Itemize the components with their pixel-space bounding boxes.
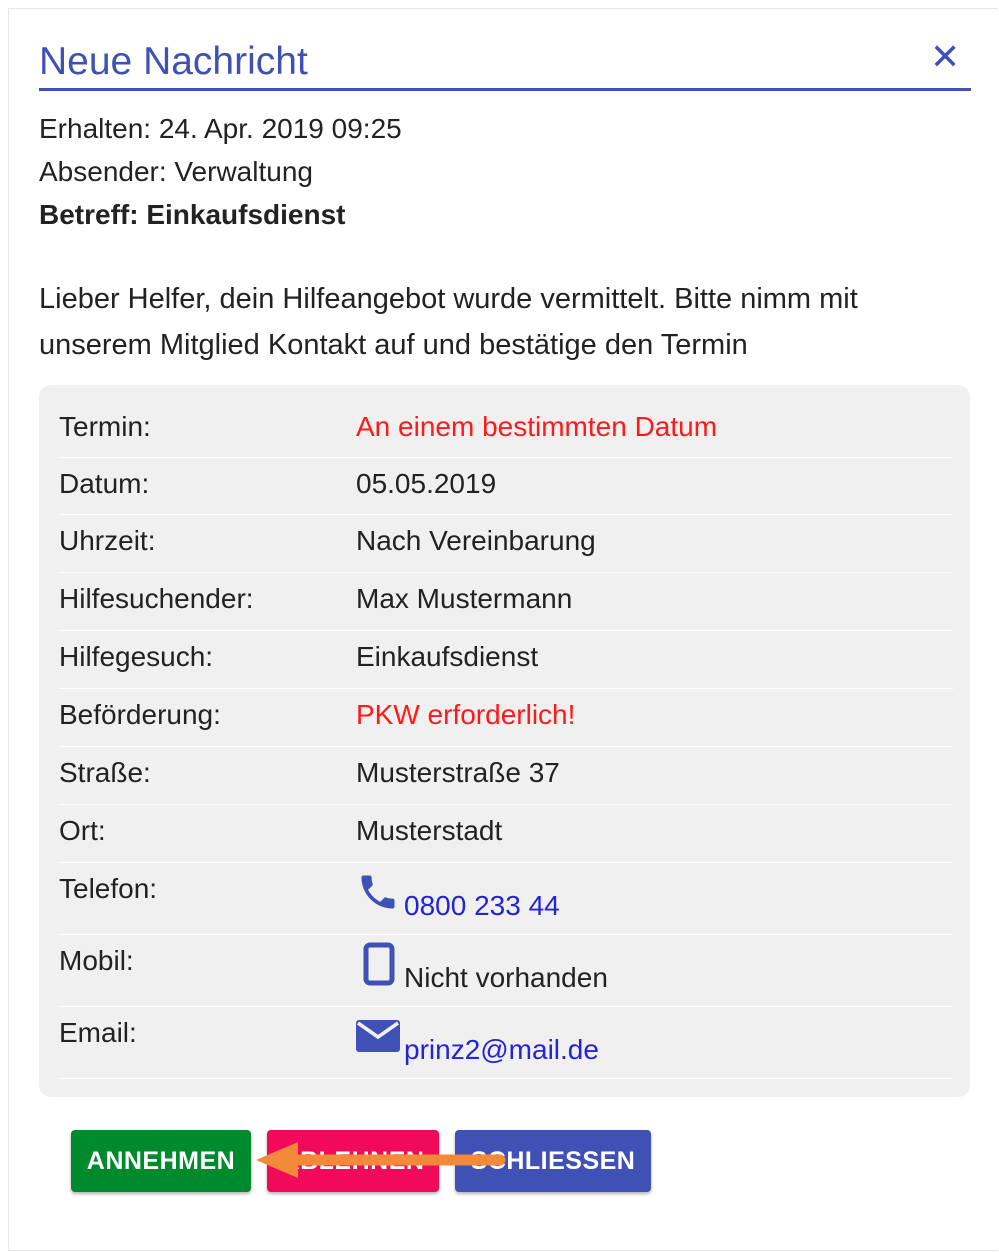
detail-value: PKW erforderlich!: [356, 699, 576, 730]
detail-row-hilfegesuch: Hilfegesuch: Einkaufsdienst: [59, 630, 953, 689]
detail-label: Datum:: [59, 468, 150, 499]
close-icon[interactable]: ✕: [930, 37, 960, 77]
sender: Absender: Verwaltung: [39, 156, 313, 187]
envelope-icon: [356, 1020, 400, 1057]
detail-label: Hilfesuchender:: [59, 583, 254, 614]
detail-label: Email:: [59, 1017, 137, 1048]
accept-button[interactable]: ANNEHMEN: [71, 1130, 251, 1192]
mobile-icon: [363, 942, 395, 991]
detail-row-ort: Ort: Musterstadt: [59, 804, 953, 863]
subject: Betreff: Einkaufsdienst: [39, 199, 346, 230]
received-date: Erhalten: 24. Apr. 2019 09:25: [39, 113, 402, 144]
detail-value: An einem bestimmten Datum: [356, 411, 718, 442]
detail-value: 05.05.2019: [356, 468, 497, 499]
phone-icon: [356, 870, 400, 919]
detail-row-termin: Termin: An einem bestimmten Datum: [59, 403, 953, 458]
detail-label: Beförderung:: [59, 699, 221, 730]
detail-value: Max Mustermann: [356, 583, 573, 614]
message-body: Lieber Helfer, dein Hilfeangebot wurde v…: [39, 283, 858, 361]
detail-value: Nicht vorhanden: [404, 962, 608, 993]
detail-value: Musterstadt: [356, 815, 503, 846]
dialog-title: Neue Nachricht: [39, 40, 308, 83]
phone-link[interactable]: 0800 233 44: [404, 890, 560, 922]
detail-label: Termin:: [59, 411, 151, 442]
detail-value: Musterstraße 37: [356, 757, 560, 788]
detail-label: Telefon:: [59, 873, 158, 904]
detail-label: Straße:: [59, 757, 151, 788]
detail-row-befoerderung: Beförderung: PKW erforderlich!: [59, 688, 953, 747]
close-button[interactable]: SCHLIESSEN: [455, 1130, 651, 1192]
detail-label: Uhrzeit:: [59, 525, 156, 556]
detail-row-telefon: Telefon: 0800 233 44: [59, 862, 953, 935]
detail-value: Nach Vereinbarung: [356, 525, 596, 556]
detail-value: Einkaufsdienst: [356, 641, 539, 672]
title-underline: [39, 88, 971, 91]
detail-row-hilfesuchender: Hilfesuchender: Max Mustermann: [59, 572, 953, 631]
detail-row-strasse: Straße: Musterstraße 37: [59, 746, 953, 805]
decline-button[interactable]: ABLEHNEN: [267, 1130, 439, 1192]
detail-row-email: Email: prinz2@mail.de: [59, 1006, 953, 1079]
email-link[interactable]: prinz2@mail.de: [404, 1034, 599, 1066]
detail-row-uhrzeit: Uhrzeit: Nach Vereinbarung: [59, 514, 953, 573]
details-panel: Termin: An einem bestimmten Datum Datum:…: [39, 385, 970, 1097]
detail-label: Ort:: [59, 815, 106, 846]
detail-row-datum: Datum: 05.05.2019: [59, 457, 953, 515]
detail-row-mobil: Mobil: Nicht vorhanden: [59, 934, 953, 1007]
detail-label: Mobil:: [59, 945, 134, 976]
detail-label: Hilfegesuch:: [59, 641, 214, 672]
